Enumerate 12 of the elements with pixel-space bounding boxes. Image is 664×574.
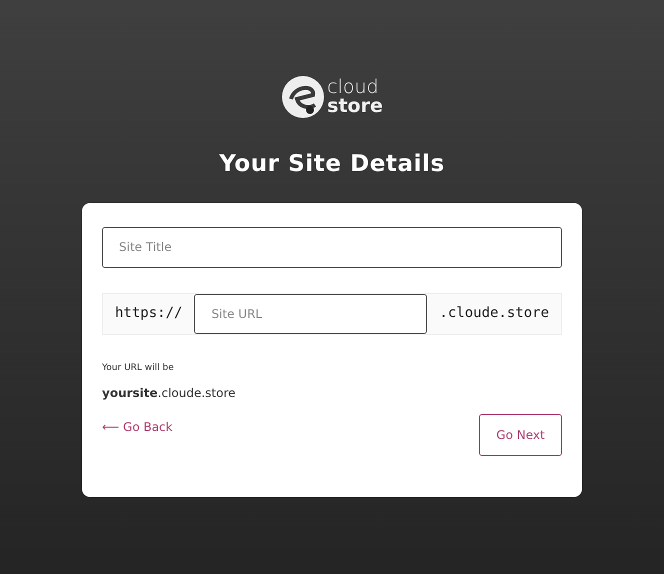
logo-text: store	[327, 97, 383, 116]
logo-text: cloud	[327, 78, 380, 97]
url-prefix: https://	[114, 304, 184, 323]
site-title-field[interactable]: Site Title	[102, 226, 562, 268]
preview-url: yoursite.cloude.store	[102, 385, 237, 402]
logo-icon	[281, 75, 326, 119]
next-button[interactable]: Go Next	[479, 414, 562, 456]
preview-label: Your URL will be	[102, 362, 175, 374]
back-link[interactable]: ⟵ Go Back	[102, 418, 173, 436]
page-title: Your Site Details	[219, 150, 445, 179]
site-url-field[interactable]: Site URL	[194, 294, 428, 334]
url-suffix: .cloude.store	[438, 304, 550, 323]
